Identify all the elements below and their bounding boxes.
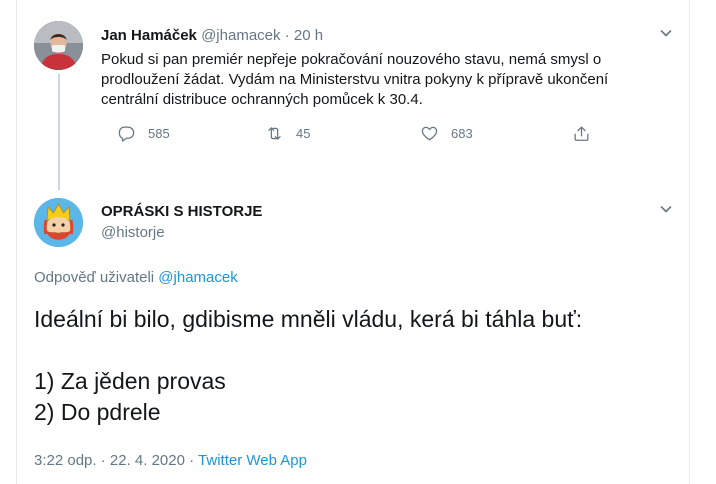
meta-separator: · xyxy=(189,452,195,469)
tweet-header: Jan Hamáček @jhamacek · 20 h xyxy=(101,27,323,44)
avatar[interactable] xyxy=(34,21,83,70)
share-icon xyxy=(574,126,589,141)
tweet-text-line: Ideální bi bilo, gdibisme mněli vládu, k… xyxy=(34,306,583,332)
header-separator: · xyxy=(284,27,290,44)
tweet-actions: 585 45 683 xyxy=(101,124,589,150)
retweet-count: 45 xyxy=(296,126,311,141)
tweet-text-blank-line xyxy=(34,335,674,366)
tweet-meta: 3:22 odp. · 22. 4. 2020 · Twitter Web Ap… xyxy=(34,452,307,469)
reply-icon xyxy=(118,126,135,142)
chevron-down-icon[interactable] xyxy=(658,25,674,41)
like-count: 683 xyxy=(451,126,473,141)
reply-button[interactable]: 585 xyxy=(117,124,170,143)
share-button[interactable] xyxy=(572,124,591,143)
tweet-text-line: 1) Za jěden provas xyxy=(34,368,226,394)
tweet-text-line: prodloužení žádat. Vydám na Ministerstvu… xyxy=(101,71,609,88)
tweet-source-link[interactable]: Twitter Web App xyxy=(198,452,307,469)
cartoon-king-avatar-icon xyxy=(34,198,83,247)
thread-connector-line xyxy=(58,74,60,190)
tweet-time[interactable]: 20 h xyxy=(294,27,323,44)
tweet-text: Pokud si pan premiér nepřeje pokračování… xyxy=(101,50,681,110)
retweet-icon xyxy=(268,127,281,140)
reply-mention-link[interactable]: @jhamacek xyxy=(158,269,237,286)
tweet-text-line: centrální distribuce ochranných pomůcek … xyxy=(101,91,423,108)
avatar[interactable] xyxy=(34,198,83,247)
author-handle[interactable]: @historje xyxy=(101,224,165,241)
tweet-text: Ideální bi bilo, gdibisme mněli vládu, k… xyxy=(34,304,674,428)
parent-tweet[interactable]: Jan Hamáček @jhamacek · 20 h Pokud si pa… xyxy=(17,0,690,190)
avatar-photo-icon xyxy=(34,21,83,70)
tweet-timestamp[interactable]: 3:22 odp. · 22. 4. 2020 xyxy=(34,452,185,469)
chevron-down-icon[interactable] xyxy=(658,201,674,217)
like-button[interactable]: 683 xyxy=(420,124,473,143)
reply-prefix: Odpověď uživateli xyxy=(34,269,155,286)
tweet-text-line: 2) Do pdrele xyxy=(34,399,161,425)
reply-context: Odpověď uživateli @jhamacek xyxy=(34,269,238,286)
reply-count: 585 xyxy=(148,126,170,141)
heart-icon xyxy=(421,126,438,141)
author-handle[interactable]: @jhamacek xyxy=(201,27,280,44)
author-name[interactable]: OPRÁSKI S HISTORJE xyxy=(101,203,262,220)
author-name[interactable]: Jan Hamáček xyxy=(101,27,197,44)
main-tweet: OPRÁSKI S HISTORJE @historje Odpověď uži… xyxy=(17,190,690,484)
tweet-text-line: Pokud si pan premiér nepřeje pokračování… xyxy=(101,51,602,68)
retweet-button[interactable]: 45 xyxy=(265,124,310,143)
